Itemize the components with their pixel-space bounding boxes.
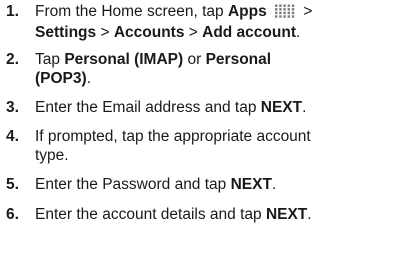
step-number: 6. [6, 206, 19, 223]
pop3-label-line1: Personal [205, 51, 272, 68]
period: . [296, 24, 301, 41]
next-label: NEXT [230, 176, 272, 193]
step-text: Enter the Password and tap NEXT. [35, 175, 391, 194]
apps-grid-dot [283, 15, 286, 18]
step-number: 2. [6, 51, 19, 68]
apps-grid-dot [279, 4, 282, 7]
apps-grid-dot [287, 8, 291, 11]
step-text-part: or [183, 51, 206, 68]
settings-label: Settings [35, 24, 97, 41]
step-text: Enter the account details and tap NEXT. [35, 205, 391, 224]
apps-grid-dot [279, 8, 282, 11]
step-text: From the Home screen, tap Apps > Setting… [35, 2, 391, 41]
apps-grid-dot [283, 8, 286, 11]
apps-grid-dot [291, 4, 295, 7]
step-number: 4. [6, 128, 19, 145]
step-text-part: From the Home screen, tap [35, 3, 228, 20]
apps-grid-dot [283, 11, 286, 15]
separator: > [184, 24, 203, 41]
step-number: 1. [6, 3, 19, 20]
step-text: Tap Personal (IMAP) or Personal (POP3). [35, 50, 391, 87]
apps-grid-dot [279, 11, 282, 15]
apps-grid-dot [279, 15, 282, 18]
apps-label: Apps [227, 3, 267, 20]
step-text: If prompted, tap the appropriate account… [35, 127, 391, 164]
step-text-part: Enter the account details and tap [35, 206, 266, 223]
next-label: NEXT [265, 206, 308, 223]
separator: > [299, 3, 313, 20]
apps-grid-dot [275, 15, 278, 18]
step-number: 5. [6, 176, 19, 193]
next-label: NEXT [260, 99, 303, 116]
separator: > [96, 24, 114, 41]
imap-label: Personal (IMAP) [64, 51, 184, 68]
apps-grid-dot [291, 15, 295, 18]
apps-grid-dot [291, 8, 295, 11]
pop3-label-line2: (POP3) [35, 70, 87, 87]
apps-grid-icon [273, 3, 297, 19]
apps-grid-dot [287, 15, 291, 18]
apps-grid-dot [275, 8, 278, 11]
step-text: Enter the Email address and tap NEXT. [35, 98, 391, 117]
step-number: 3. [6, 99, 19, 116]
step-text-part: If prompted, tap the appropriate account [35, 128, 311, 145]
period: . [86, 70, 91, 87]
period: . [307, 206, 312, 223]
period: . [302, 99, 307, 116]
period: . [271, 176, 277, 193]
step-text-part: Enter the Email address and tap [35, 99, 261, 116]
apps-grid-dot [283, 4, 286, 7]
step-text-part: Tap [35, 51, 65, 68]
apps-grid-dot [287, 4, 291, 7]
apps-grid-dot [287, 11, 291, 15]
apps-grid-dot [291, 11, 295, 15]
step-text-part: type. [35, 147, 69, 164]
step-text-part: Enter the Password and tap [35, 176, 231, 193]
apps-grid-dot [275, 4, 278, 7]
add-account-label: Add account [202, 24, 296, 41]
accounts-label: Accounts [113, 24, 185, 41]
apps-grid-dot [275, 11, 278, 15]
